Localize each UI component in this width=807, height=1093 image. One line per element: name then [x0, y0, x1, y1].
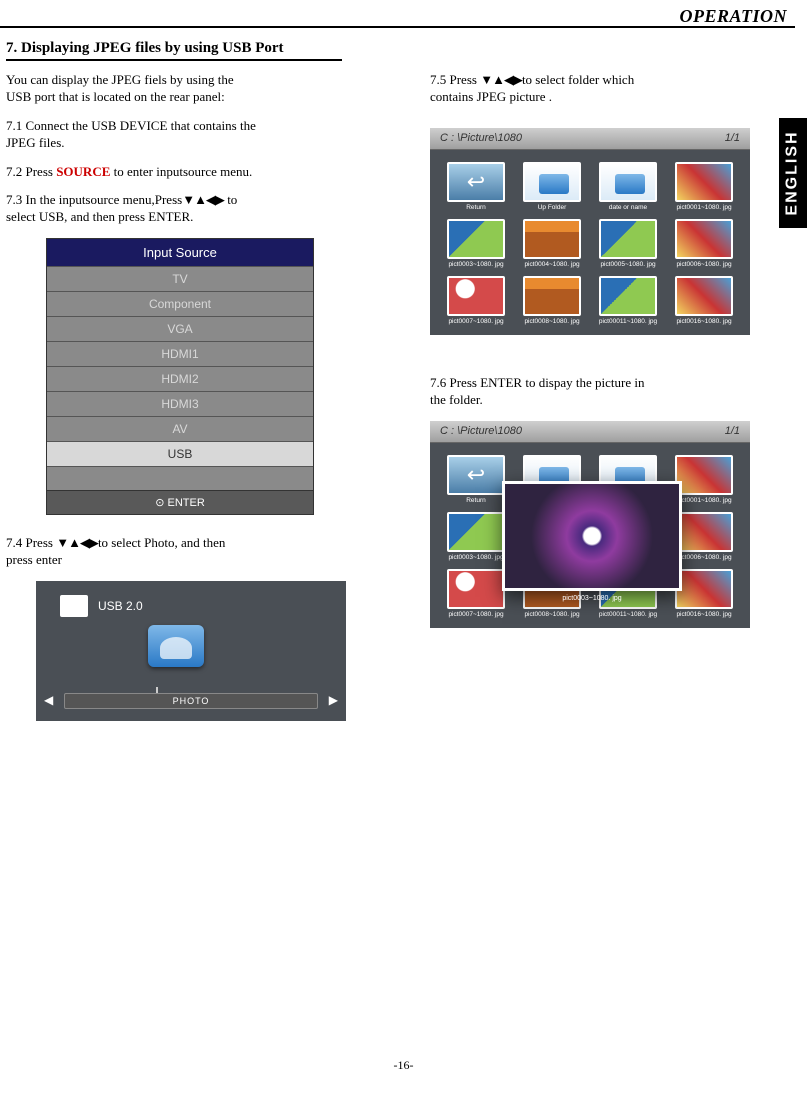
- folder-browser-path-bar: C : \Picture\1080 1/1: [430, 128, 750, 150]
- language-tab-label: ENGLISH: [784, 130, 802, 215]
- usb-label: USB 2.0: [98, 599, 143, 613]
- step-7-5: 7.5 Press ▼▲◀▶to select folder which con…: [430, 72, 758, 106]
- folder-page-indicator: 1/1: [725, 425, 740, 437]
- arrow-keys-icon: ▼▲◀▶: [56, 535, 98, 550]
- thumbnail[interactable]: [447, 569, 505, 609]
- input-source-item-usb[interactable]: USB: [47, 441, 313, 466]
- input-source-item-hdmi1[interactable]: HDMI1: [47, 341, 313, 366]
- input-source-footer: ⊙ ENTER: [47, 490, 313, 514]
- input-source-menu: Input Source TV Component VGA HDMI1 HDMI…: [46, 238, 314, 515]
- left-column: You can display the JPEG fiels by using …: [6, 72, 376, 721]
- input-source-item-av[interactable]: AV: [47, 416, 313, 441]
- up-folder-button[interactable]: [523, 162, 581, 202]
- usb-photo-panel: USB 2.0 ◀ ▶ PHOTO: [36, 581, 346, 721]
- thumbnail[interactable]: [599, 276, 657, 316]
- language-tab: ENGLISH: [779, 118, 807, 228]
- category-bar-label: PHOTO: [36, 693, 346, 709]
- thumbnail[interactable]: [447, 512, 505, 552]
- input-source-item-tv[interactable]: TV: [47, 266, 313, 291]
- folder-browser-path-bar: C : \Picture\1080 1/1: [430, 421, 750, 443]
- page-number: -16-: [0, 1058, 807, 1073]
- right-column: 7.5 Press ▼▲◀▶to select folder which con…: [430, 72, 758, 628]
- intro-text: You can display the JPEG fiels by using …: [6, 72, 376, 106]
- input-source-item-hdmi3[interactable]: HDMI3: [47, 391, 313, 416]
- header-section-title: OPERATION: [679, 6, 787, 27]
- step-7-4: 7.4 Press ▼▲◀▶to select Photo, and then …: [6, 535, 376, 569]
- folder-path: C : \Picture\1080: [440, 425, 522, 437]
- thumbnail[interactable]: [675, 512, 733, 552]
- thumbnail[interactable]: [675, 219, 733, 259]
- usb-icon: [60, 595, 88, 617]
- input-source-item-hdmi2[interactable]: HDMI2: [47, 366, 313, 391]
- image-preview-label: pict0003~1080. jpg: [505, 595, 679, 602]
- input-source-item-empty: [47, 466, 313, 490]
- image-preview: pict0003~1080. jpg: [502, 481, 682, 591]
- step-7-6: 7.6 Press ENTER to dispay the picture in…: [430, 375, 758, 409]
- thumbnail[interactable]: [523, 219, 581, 259]
- source-key: SOURCE: [56, 164, 110, 179]
- input-source-item-vga[interactable]: VGA: [47, 316, 313, 341]
- photo-folder-icon[interactable]: [148, 625, 204, 667]
- thumbnail[interactable]: [447, 276, 505, 316]
- thumbnail[interactable]: [447, 219, 505, 259]
- step-7-2: 7.2 Press SOURCE to enter inputsource me…: [6, 164, 376, 181]
- input-source-header: Input Source: [47, 239, 313, 266]
- step-7-1: 7.1 Connect the USB DEVICE that contains…: [6, 118, 376, 152]
- return-button[interactable]: [447, 455, 505, 495]
- sort-button[interactable]: [599, 162, 657, 202]
- return-button[interactable]: [447, 162, 505, 202]
- step-7-3: 7.3 In the inputsource menu,Press▼▲◀▶ to…: [6, 192, 376, 226]
- thumbnail[interactable]: [523, 276, 581, 316]
- folder-browser: C : \Picture\1080 1/1 Return Up Folder d…: [430, 128, 750, 335]
- folder-path: C : \Picture\1080: [440, 132, 522, 144]
- header-rule: [0, 26, 795, 28]
- page-title: 7. Displaying JPEG files by using USB Po…: [6, 40, 342, 61]
- arrow-keys-icon: ▼▲◀▶: [182, 192, 224, 207]
- thumbnail[interactable]: [599, 219, 657, 259]
- thumbnail[interactable]: [675, 455, 733, 495]
- folder-page-indicator: 1/1: [725, 132, 740, 144]
- folder-browser-preview: C : \Picture\1080 1/1 Return pict0001~10…: [430, 421, 750, 628]
- thumbnail[interactable]: [675, 569, 733, 609]
- input-source-item-component[interactable]: Component: [47, 291, 313, 316]
- arrow-keys-icon: ▼▲◀▶: [480, 72, 522, 87]
- thumbnail[interactable]: [675, 276, 733, 316]
- thumbnail[interactable]: [675, 162, 733, 202]
